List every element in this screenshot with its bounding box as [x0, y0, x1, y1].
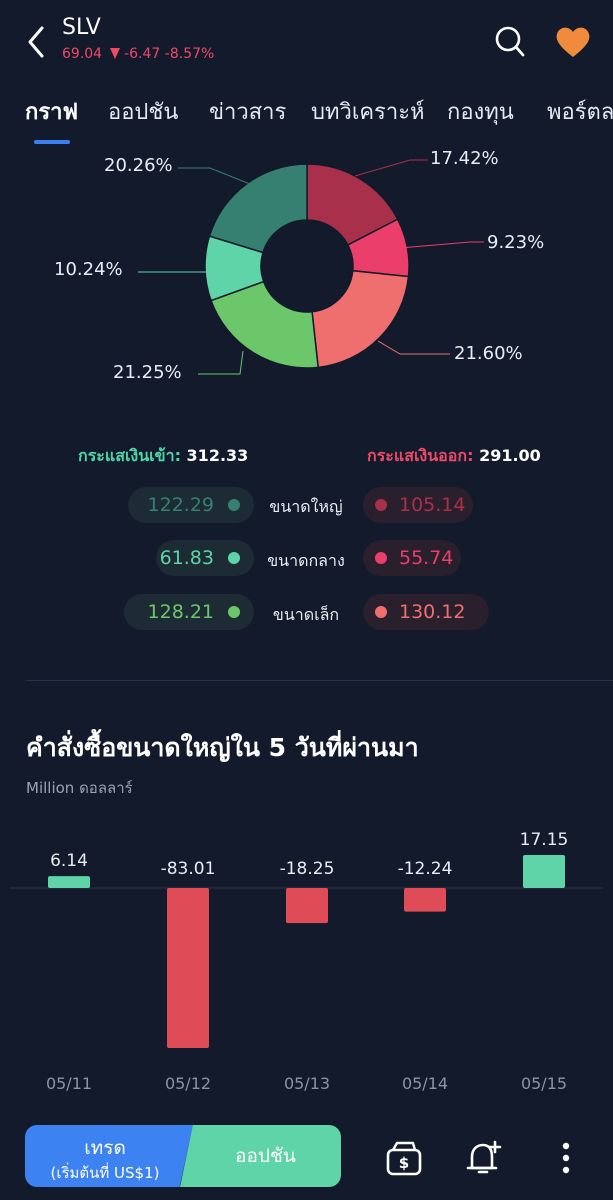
more-vertical-icon[interactable] — [547, 1138, 583, 1178]
bar-date-label: 05/12 — [165, 1074, 211, 1093]
tab-chart[interactable]: กราฟ — [25, 94, 78, 129]
outflow-large-value: 105.14 — [399, 494, 466, 516]
header: SLV 69.04 -6.47 -8.57% — [0, 0, 613, 88]
size-small-label: ขนาดเล็ก — [272, 605, 340, 624]
small-in-dot — [228, 606, 240, 618]
inflow-small-value: 128.21 — [147, 601, 214, 623]
size-large-label: ขนาดใหญ่ — [269, 497, 343, 516]
inflow-small-pill: 128.21 — [124, 594, 254, 630]
bar-chart-svg: 6.14 05/11 -83.01 05/12 -18.25 05/13 -12.24 05/… — [10, 830, 603, 1093]
outflow-label: กระแสเงินออก: — [367, 446, 474, 465]
large-orders-title: คำสั่งซื้อขนาดใหญ่ใน 5 วันที่ผ่านมา — [26, 733, 419, 762]
inflow-large-value: 122.29 — [147, 494, 214, 516]
inflow-large-pill: 122.29 — [128, 487, 254, 523]
price: 69.04 — [62, 46, 103, 62]
donut-leader-small-out — [377, 340, 450, 355]
outflow-small-pill: 130.12 — [363, 594, 489, 630]
options-button[interactable]: ออปชัน — [180, 1125, 341, 1187]
donut-segment-large-in — [208, 163, 308, 254]
price-change-pct: -8.57% — [164, 46, 215, 62]
tab-funds[interactable]: กองทุน — [447, 94, 514, 129]
size-medium-label: ขนาดกลาง — [267, 551, 345, 570]
bar-date-label: 05/15 — [521, 1074, 567, 1093]
section-divider — [26, 680, 613, 681]
back-chevron-icon[interactable] — [22, 24, 52, 60]
bar-05/14 — [404, 888, 446, 912]
large-in-dot — [228, 499, 240, 511]
tab-portfolio[interactable]: พอร์ตล — [547, 94, 613, 129]
donut-label-large-in: 20.26% — [104, 155, 173, 176]
donut-label-medium-in: 10.24% — [54, 259, 123, 280]
svg-text:$: $ — [399, 1154, 409, 1172]
bar-value-label: 17.15 — [520, 830, 569, 850]
outflow-medium-value: 55.74 — [399, 547, 454, 569]
bottom-action-bar: เทรด (เริ่มต้นที่ US$1) ออปชัน $ — [0, 1110, 613, 1200]
donut-segment-small-out — [311, 269, 410, 369]
small-out-dot — [375, 606, 387, 618]
inflow-total: กระแสเงินเข้า: 312.33 — [78, 444, 248, 469]
bar-05/12 — [167, 888, 209, 1048]
donut-label-large-out: 17.42% — [430, 148, 499, 169]
bar-date-label: 05/14 — [402, 1074, 448, 1093]
price-info: 69.04 -6.47 -8.57% — [62, 46, 214, 62]
outflow-total: กระแสเงินออก: 291.00 — [367, 444, 541, 469]
bar-05/15 — [523, 854, 565, 888]
large-orders-unit: Million ดอลลาร์ — [26, 779, 133, 797]
trade-button-sublabel: (เริ่มต้นที่ US$1) — [50, 1164, 160, 1182]
tab-analysis[interactable]: บทวิเคราะห์ — [311, 94, 425, 129]
donut-leader-medium-out — [399, 241, 484, 249]
inflow-label: กระแสเงินเข้า: — [78, 446, 181, 465]
heart-icon[interactable] — [554, 25, 592, 59]
donut-leader-large-out — [354, 159, 428, 177]
tab-news[interactable]: ข่าวสาร — [209, 94, 286, 129]
search-icon[interactable] — [494, 25, 526, 59]
bar-value-label: 6.14 — [50, 851, 88, 871]
bar-value-label: -18.25 — [280, 859, 335, 879]
medium-out-dot — [375, 552, 387, 564]
ticker-symbol: SLV — [62, 15, 101, 40]
active-tab-indicator — [34, 140, 70, 144]
donut-leader-large-in — [178, 167, 251, 185]
outflow-large-pill: 105.14 — [363, 487, 473, 523]
inflow-medium-value: 61.83 — [159, 547, 214, 569]
donut-leader-small-in — [198, 350, 244, 375]
wallet-icon[interactable]: $ — [384, 1138, 424, 1178]
trade-button-label: เทรด — [84, 1137, 126, 1159]
bell-plus-icon[interactable] — [464, 1138, 504, 1178]
inflow-value: 312.33 — [186, 446, 249, 465]
outflow-small-value: 130.12 — [399, 601, 466, 623]
large-orders-bar-chart: 6.14 05/11 -83.01 05/12 -18.25 05/13 -12.24 05/… — [0, 800, 613, 1110]
tab-options[interactable]: ออปชัน — [108, 94, 178, 129]
inflow-medium-pill: 61.83 — [156, 540, 254, 576]
down-arrow-icon — [110, 48, 121, 59]
trade-button[interactable]: เทรด (เริ่มต้นที่ US$1) — [25, 1125, 193, 1187]
bar-date-label: 05/11 — [46, 1074, 92, 1093]
bar-05/13 — [286, 888, 328, 924]
outflow-value: 291.00 — [479, 446, 541, 465]
bar-value-label: -83.01 — [161, 859, 216, 879]
donut-label-small-out: 21.60% — [454, 343, 523, 364]
outflow-medium-pill: 55.74 — [363, 540, 461, 576]
capital-flow-donut: 17.42% 9.23% 21.60% 21.25% 10.24% 20.26% — [0, 146, 613, 406]
medium-in-dot — [228, 552, 240, 564]
price-change: -6.47 — [124, 46, 161, 62]
bar-date-label: 05/13 — [284, 1074, 330, 1093]
large-out-dot — [375, 499, 387, 511]
donut-label-small-in: 21.25% — [113, 362, 182, 383]
bar-05/11 — [48, 876, 90, 888]
tab-bar: กราฟ ออปชัน ข่าวสาร บทวิเคราะห์ กองทุน พ… — [0, 92, 613, 146]
bar-value-label: -12.24 — [398, 859, 453, 879]
donut-label-medium-out: 9.23% — [487, 232, 545, 253]
